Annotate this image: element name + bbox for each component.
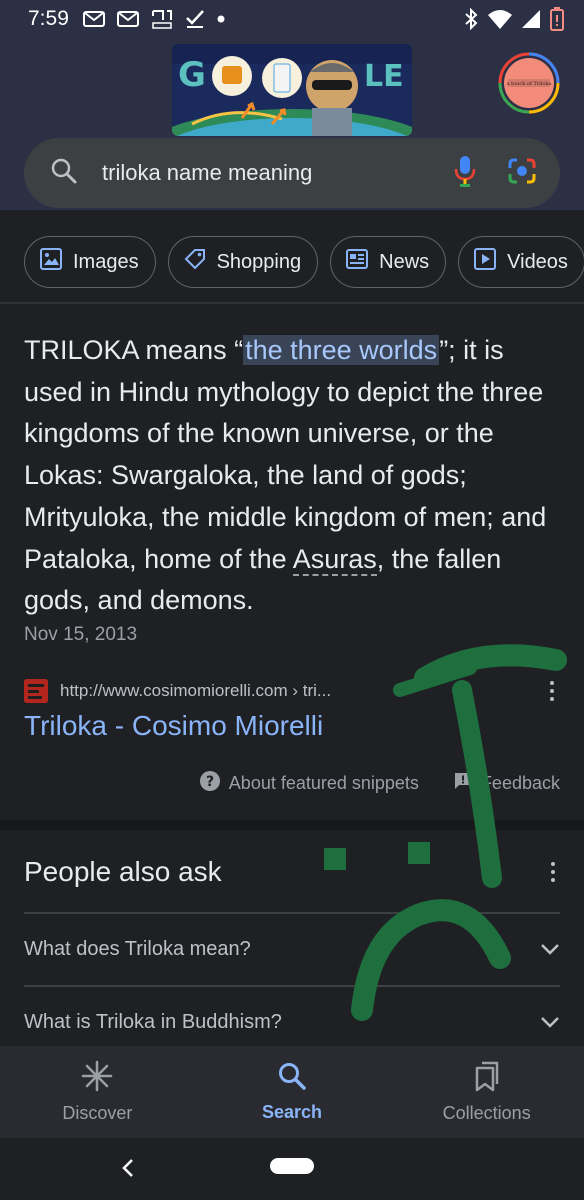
search-icon[interactable] <box>50 157 78 190</box>
snippet-text-middle: ”; it is used in Hindu mythology to depi… <box>24 335 547 574</box>
divider <box>0 302 584 304</box>
nav-collections[interactable]: Collections <box>389 1046 584 1138</box>
newspaper-icon <box>345 247 369 277</box>
chip-label: Videos <box>507 250 568 273</box>
svg-text:a touch of Triloka: a touch of Triloka <box>507 81 552 87</box>
chip-videos[interactable]: Videos <box>458 236 584 288</box>
featured-snippet-text: TRILOKA means “the three worlds”; it is … <box>24 330 564 622</box>
signal-icon <box>522 10 540 28</box>
bluetooth-icon <box>464 8 478 30</box>
nav-discover[interactable]: Discover <box>0 1046 195 1138</box>
wifi-icon <box>488 9 512 29</box>
source-url[interactable]: http://www.cosimomiorelli.com › tri... <box>60 681 331 701</box>
status-bar: 7:59 <box>0 0 584 38</box>
about-featured-snippets[interactable]: ? About featured snippets <box>199 770 419 797</box>
nav-label: Discover <box>62 1103 133 1123</box>
chip-label: News <box>379 250 430 273</box>
back-chevron-icon[interactable] <box>120 1156 136 1185</box>
battery-low-icon <box>550 7 564 31</box>
home-pill[interactable] <box>270 1158 314 1174</box>
help-icon: ? <box>199 770 221 797</box>
filter-chips: Images Shopping News Videos <box>24 236 584 288</box>
feedback-link[interactable]: Feedback <box>453 771 560 796</box>
snippet-meta-row: ? About featured snippets Feedback <box>199 770 560 797</box>
avatar[interactable]: a touch of Triloka <box>498 52 560 114</box>
chip-images[interactable]: Images <box>24 236 156 288</box>
snippet-date: Nov 15, 2013 <box>24 624 138 645</box>
camera-lens-icon[interactable] <box>506 156 538 191</box>
play-icon <box>473 247 497 277</box>
result-title-link[interactable]: Triloka - Cosimo Miorelli <box>24 710 323 742</box>
mail-icon <box>116 11 139 27</box>
svg-text:LE: LE <box>364 59 404 94</box>
source-row[interactable]: http://www.cosimomiorelli.com › tri... <box>24 678 560 704</box>
snippet-underlined-term[interactable]: Asuras <box>292 543 377 576</box>
google-doodle[interactable]: G LE <box>172 44 412 136</box>
search-input[interactable]: triloka name meaning <box>102 160 454 186</box>
question-label: What is Triloka in Buddhism? <box>24 1010 282 1033</box>
image-icon <box>39 247 63 277</box>
svg-text:G: G <box>178 55 206 95</box>
asterisk-icon <box>81 1060 113 1097</box>
more-options-icon[interactable] <box>544 681 560 701</box>
system-navigation-bar <box>0 1138 584 1200</box>
chip-label: Shopping <box>216 250 302 273</box>
more-options-icon[interactable] <box>545 862 561 882</box>
chip-news[interactable]: News <box>330 236 447 288</box>
dot-icon <box>217 15 225 23</box>
chip-shopping[interactable]: Shopping <box>167 236 319 288</box>
hebrew-app-icon <box>151 8 173 30</box>
bottom-navigation: Discover Search Collections <box>0 1046 584 1138</box>
people-also-ask-title: People also ask <box>24 856 222 887</box>
status-time: 7:59 <box>28 7 69 30</box>
chevron-down-icon <box>540 938 560 961</box>
search-bar[interactable]: triloka name meaning <box>24 138 560 208</box>
mail-icon <box>82 11 105 27</box>
tag-icon <box>183 247 207 277</box>
snippet-highlight: the three worlds <box>243 335 440 365</box>
mic-icon[interactable] <box>454 155 476 192</box>
search-icon <box>277 1061 307 1096</box>
feedback-label: Feedback <box>480 773 560 793</box>
bookmarks-icon <box>473 1060 501 1097</box>
site-favicon <box>24 679 48 703</box>
svg-text:?: ? <box>206 774 214 790</box>
chip-label: Images <box>73 250 139 273</box>
snippet-text-start: TRILOKA means “ <box>24 335 244 365</box>
section-separator <box>0 820 584 830</box>
question-label: What does Triloka mean? <box>24 937 251 960</box>
nav-label: Search <box>261 1102 323 1122</box>
nav-label: Collections <box>442 1103 531 1123</box>
check-icon <box>185 9 205 29</box>
nav-search[interactable]: Search <box>195 1046 390 1138</box>
about-label: About featured snippets <box>228 773 419 793</box>
feedback-icon <box>453 771 473 796</box>
chevron-down-icon <box>540 1011 560 1034</box>
question-item[interactable]: What does Triloka mean? <box>24 913 560 985</box>
